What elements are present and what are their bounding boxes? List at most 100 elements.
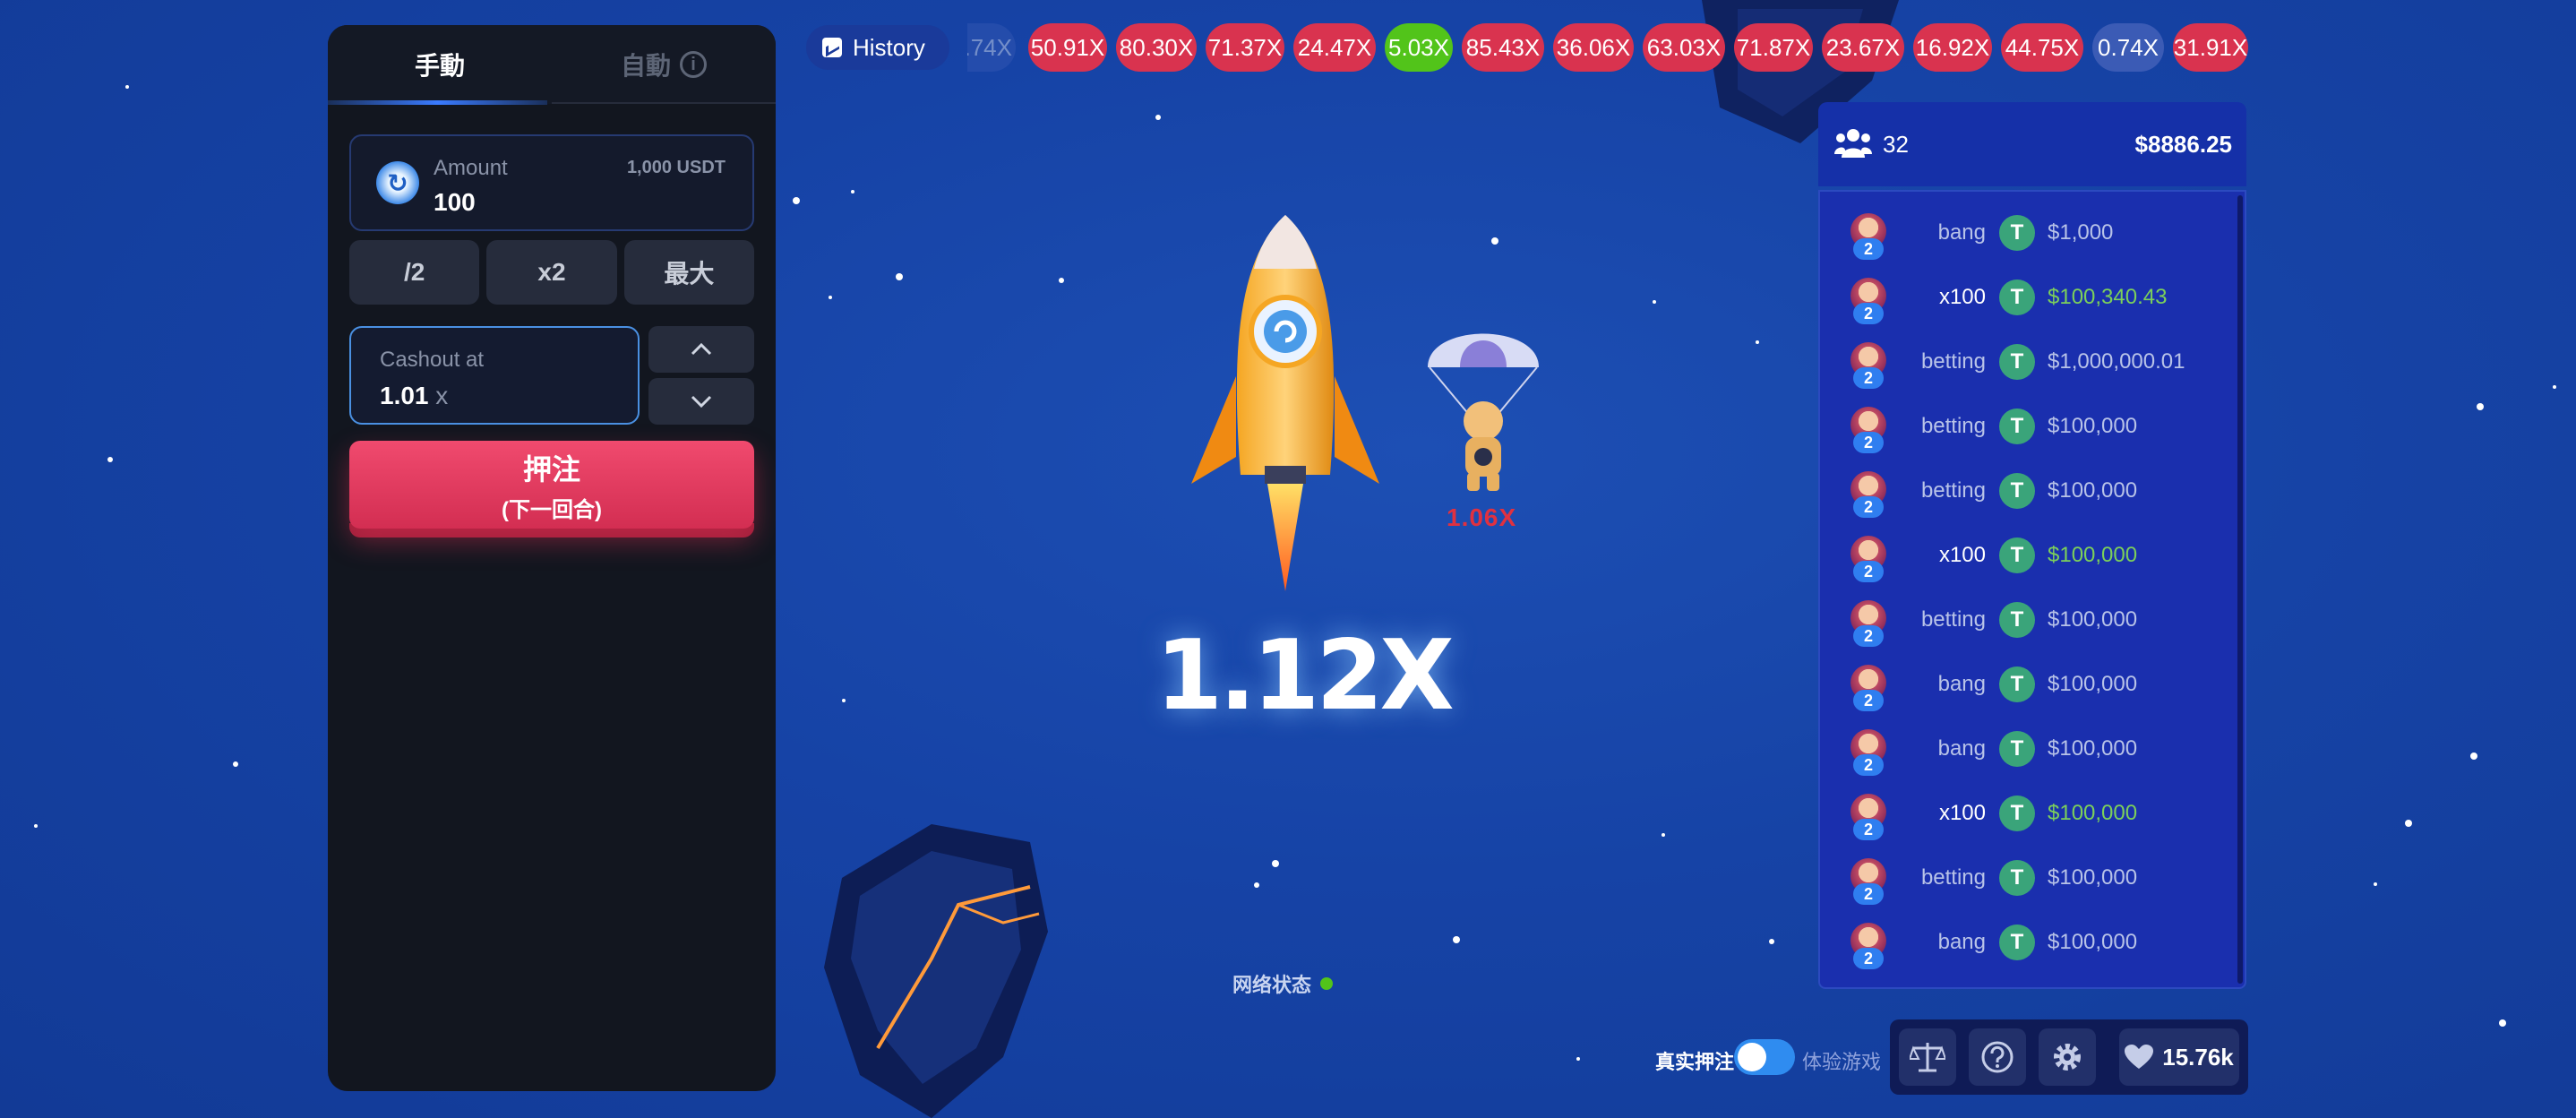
list-item: 2 betting T $1,000,000.01: [1820, 330, 2245, 394]
list-item: 2 x100 T $100,000: [1820, 781, 2245, 846]
cashout-label: Cashout at: [380, 348, 485, 372]
history-chip[interactable]: 80.30X: [1116, 23, 1197, 72]
tether-coin-icon: T: [1999, 731, 2035, 767]
cashout-number: 1.01: [380, 382, 429, 409]
players-icon: [1834, 129, 1872, 158]
tether-coin-icon: T: [1999, 280, 2035, 315]
history-chip[interactable]: 31.91X: [2173, 23, 2248, 72]
list-item: 2 betting T $100,000: [1820, 459, 2245, 523]
cashout-increase-button[interactable]: [648, 326, 754, 373]
list-item: 2 bang T $100,000: [1820, 652, 2245, 717]
player-amount: $100,000: [2048, 801, 2138, 825]
player-amount: $100,000: [2048, 930, 2138, 954]
tether-coin-icon: T: [1999, 860, 2035, 896]
player-amount: $1,000: [2048, 220, 2114, 245]
chevron-down-icon: [691, 395, 712, 408]
history-chart-icon: [822, 38, 842, 57]
list-item: 2 betting T $100,000: [1820, 846, 2245, 910]
help-icon: [1981, 1041, 2014, 1073]
history-chip[interactable]: 36.06X: [1553, 23, 1634, 72]
likes-button[interactable]: 15.76k: [2119, 1028, 2239, 1086]
player-name: bang: [1937, 930, 1986, 954]
tether-coin-icon: T: [1999, 408, 2035, 444]
gear-icon: [2054, 1044, 2081, 1071]
quick-amount-buttons: /2 x2 最大: [349, 240, 754, 305]
history-chip[interactable]: 24.47X: [1293, 23, 1376, 72]
player-name: betting: [1920, 865, 1986, 890]
cashout-decrease-button[interactable]: [648, 378, 754, 425]
tether-coin-icon: T: [1999, 666, 2035, 702]
currency-logo-icon: ↻: [376, 161, 419, 204]
tab-auto-label: 自動: [620, 52, 671, 80]
settings-button[interactable]: [2039, 1028, 2096, 1086]
tab-manual[interactable]: 手動: [328, 25, 552, 104]
players-scrollbar[interactable]: [2237, 195, 2243, 984]
players-count: 32: [1883, 131, 1909, 158]
bottom-toolbar: 15.76k: [1890, 1019, 2248, 1095]
player-amount: $100,000: [2048, 607, 2138, 632]
real-bet-label: 真实押注: [1655, 1051, 1735, 1073]
tether-coin-icon: T: [1999, 215, 2035, 251]
half-button[interactable]: /2: [349, 240, 480, 305]
likes-count: 15.76k: [2162, 1043, 2234, 1071]
history-chip[interactable]: .74X: [967, 23, 1016, 72]
amount-input[interactable]: ↻ Amount 100 1,000 USDT: [349, 134, 754, 231]
double-button[interactable]: x2: [486, 240, 617, 305]
players-header: 32 $8886.25: [1818, 102, 2246, 186]
list-item: 2 x100 T $100,340.43: [1820, 265, 2245, 330]
amount-value: 100: [434, 188, 476, 216]
info-icon[interactable]: i: [680, 51, 707, 78]
help-button[interactable]: [1969, 1028, 2026, 1086]
history-chip[interactable]: 71.87X: [1734, 23, 1813, 72]
mode-toggle[interactable]: [1734, 1039, 1795, 1075]
history-chip[interactable]: 44.75X: [2001, 23, 2083, 72]
history-chip[interactable]: 71.37X: [1206, 23, 1284, 72]
player-amount: $100,000: [2048, 543, 2138, 567]
network-status-dot: [1320, 977, 1334, 990]
player-name: betting: [1920, 349, 1986, 374]
history-chip[interactable]: 85.43X: [1462, 23, 1544, 72]
max-button[interactable]: 最大: [623, 240, 754, 305]
toggle-knob: [1738, 1043, 1766, 1071]
tether-coin-icon: T: [1999, 538, 2035, 573]
bet-button-label: 押注: [522, 452, 580, 486]
chevron-up-icon: [691, 342, 712, 356]
history-chip[interactable]: 23.67X: [1822, 23, 1904, 72]
history-chip[interactable]: 63.03X: [1643, 23, 1725, 72]
network-status: 网络状态: [1232, 969, 1334, 998]
history-button[interactable]: History: [806, 25, 949, 70]
active-tab-indicator: [328, 100, 547, 105]
history-chip[interactable]: 50.91X: [1028, 23, 1107, 72]
fairness-button[interactable]: [1899, 1028, 1956, 1086]
tether-coin-icon: T: [1999, 473, 2035, 509]
history-chip[interactable]: 0.74X: [2092, 23, 2164, 72]
parachute-astronaut: [1428, 333, 1539, 491]
player-amount: $100,000: [2048, 478, 2138, 503]
player-amount: $100,000: [2048, 414, 2138, 438]
player-name: bang: [1937, 672, 1986, 696]
history-chips: .74X 50.91X 80.30X 71.37X 24.47X 5.03X 8…: [967, 23, 2248, 72]
tether-coin-icon: T: [1999, 924, 2035, 960]
list-item: 2 bang T $1,000: [1820, 201, 2245, 265]
asteroid-bottom: [824, 824, 1048, 1118]
current-multiplier: 1.12X: [1155, 620, 1455, 732]
list-item: 2 betting T $100,000: [1820, 394, 2245, 459]
cashout-value: 1.01 x: [380, 382, 448, 410]
list-item: 2 betting T $100,000: [1820, 588, 2245, 652]
cashout-input[interactable]: Cashout at 1.01 x: [349, 326, 640, 425]
player-name: bang: [1937, 736, 1986, 761]
player-name: x100: [1938, 801, 1986, 825]
list-item: 2 x100 T $100,000: [1820, 523, 2245, 588]
history-chip[interactable]: 5.03X: [1385, 23, 1453, 72]
bet-panel: 手動 自動 i ↻ Amount 100 1,000 USDT /2 x2 最大…: [328, 25, 776, 1091]
player-name: betting: [1920, 607, 1986, 632]
tab-auto[interactable]: 自動 i: [552, 25, 776, 104]
bet-button[interactable]: 押注 (下一回合): [349, 441, 754, 529]
players-list[interactable]: 2 bang T $1,000 2 x100 T $100,340.43 2 b…: [1818, 190, 2246, 989]
history-chip[interactable]: 16.92X: [1913, 23, 1992, 72]
list-item: 2 bang T $100,000: [1820, 910, 2245, 975]
rocket: [1191, 215, 1379, 591]
mode-tabs: 手動 自動 i: [328, 25, 776, 104]
player-name: x100: [1938, 285, 1986, 309]
player-name: betting: [1920, 478, 1986, 503]
